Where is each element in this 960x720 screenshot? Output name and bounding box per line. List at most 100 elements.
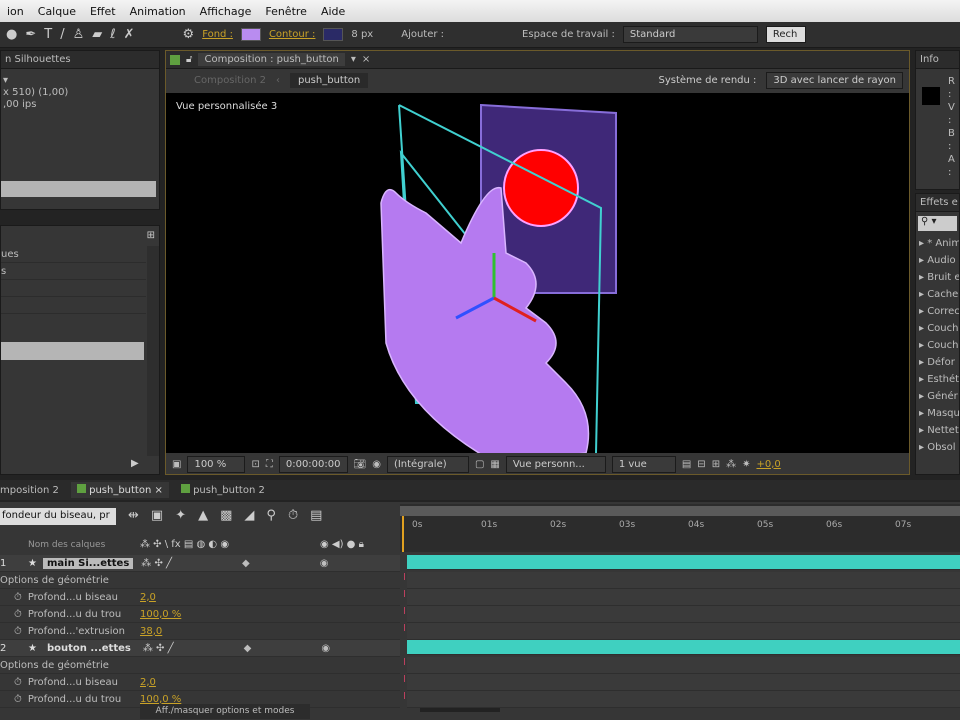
property-group[interactable]: Options de géométrie (0, 657, 400, 674)
zoom-select[interactable]: 100 % (187, 455, 246, 473)
property-track[interactable]: I (403, 623, 960, 640)
stopwatch-icon[interactable]: ⏱ (14, 592, 22, 603)
fast-preview-icon[interactable]: ⊟ (697, 459, 705, 470)
property-track[interactable]: I (403, 572, 960, 589)
effect-category[interactable]: ▸ Correc (916, 303, 959, 320)
brainstorm-icon[interactable]: ⚲ (266, 508, 276, 523)
effect-category[interactable]: ▸ Génér (916, 388, 959, 405)
exposure-value[interactable]: +0,0 (756, 459, 780, 470)
menu-animation[interactable]: Animation (123, 5, 193, 18)
effects-search-input[interactable]: ⚲ ▾ (918, 216, 957, 231)
shy-layers-icon[interactable]: ▲ (198, 508, 208, 523)
ellipse-tool-icon[interactable]: ● (6, 27, 17, 42)
fill-label[interactable]: Fond : (202, 29, 233, 40)
visibility-eye-icon[interactable]: ◉ (320, 558, 329, 569)
motion-blur-icon[interactable]: ◢ (244, 508, 254, 523)
property-row[interactable]: ⏱ Profond...u du trou 100,0 % (0, 606, 400, 623)
list-item-selected[interactable] (1, 342, 144, 360)
axis-mode-icon[interactable]: ⚙ (183, 27, 195, 42)
region-of-interest-icon[interactable]: ▢ (475, 459, 484, 470)
list-item[interactable] (1, 297, 146, 314)
close-tab-icon[interactable]: × (362, 54, 370, 65)
tab-push-button-2[interactable]: push_button 2 (180, 484, 265, 496)
layer-duration-bar[interactable] (407, 555, 960, 570)
effects-title[interactable]: Effets e (920, 197, 958, 208)
tab-push-button[interactable]: push_button × (70, 482, 169, 498)
menu-calque[interactable]: Calque (31, 5, 83, 18)
property-value[interactable]: 2,0 (140, 677, 156, 688)
project-search-field[interactable] (1, 181, 156, 197)
effect-category[interactable]: ▸ Obsol (916, 439, 959, 456)
viewer[interactable]: Vue personnalisée 3 (166, 93, 909, 453)
effect-category[interactable]: ▸ Cache (916, 286, 959, 303)
effect-category[interactable]: ▸ Audio (916, 252, 959, 269)
effect-category[interactable]: ▸ * Anim (916, 235, 959, 252)
tab-composition[interactable]: Composition : push_button (198, 53, 345, 66)
layer-switches[interactable]: ⁂ ✣ ╱ (143, 643, 174, 654)
view-select[interactable]: Vue personn... (505, 455, 606, 473)
stopwatch-icon[interactable]: ⏱ (14, 626, 22, 637)
property-row[interactable]: ⏱ Profond...'extrusion 38,0 (0, 623, 400, 640)
3d-layer-icon[interactable]: ◆ (242, 558, 250, 569)
dropdown-arrow-icon[interactable]: ▾ (3, 75, 157, 87)
flowchart-icon[interactable]: ⁂ (726, 459, 736, 470)
timecode[interactable]: 0:00:00:00 (278, 455, 348, 473)
visibility-eye-icon[interactable]: ◉ (321, 643, 330, 654)
eraser-tool-icon[interactable]: ▰ (92, 27, 102, 42)
effect-category[interactable]: ▸ Couch (916, 320, 959, 337)
stopwatch-icon[interactable]: ⏱ (14, 694, 22, 705)
pixel-aspect-icon[interactable]: ▤ (682, 459, 691, 470)
exposure-icon[interactable]: ✷ (742, 459, 750, 470)
property-value[interactable]: 38,0 (140, 626, 162, 637)
scrollbar[interactable] (147, 246, 159, 456)
view-layout-select[interactable]: 1 vue (611, 455, 676, 473)
menu-fenetre[interactable]: Fenêtre (258, 5, 314, 18)
tab-composition-2[interactable]: mposition 2 (0, 485, 59, 496)
layer-row[interactable]: 1 ★ main Si...ettes ⁂ ✣ ╱ ◆ ◉ (0, 555, 400, 572)
property-track[interactable]: I (403, 691, 960, 708)
property-value[interactable]: 100,0 % (140, 609, 181, 620)
color-channels-icon[interactable]: ◉ (372, 459, 381, 470)
property-track[interactable]: I (403, 589, 960, 606)
effect-category[interactable]: ▸ Défor (916, 354, 959, 371)
tab-menu-icon[interactable]: ▾ (351, 54, 356, 65)
stopwatch-icon[interactable]: ⏱ (14, 677, 22, 688)
resolution-select[interactable]: (Intégrale) (386, 455, 469, 473)
brush-tool-icon[interactable]: / (60, 27, 64, 42)
renderer-select[interactable]: 3D avec lancer de rayon (766, 71, 903, 89)
menu-aide[interactable]: Aide (314, 5, 352, 18)
property-row[interactable]: ⏱ Profond...u biseau 2,0 (0, 674, 400, 691)
timeline-icon[interactable]: ⊞ (712, 459, 720, 470)
property-group[interactable]: Options de géométrie (0, 572, 400, 589)
3d-layer-icon[interactable]: ◆ (244, 643, 252, 654)
property-value[interactable]: 100,0 % (140, 694, 181, 705)
frame-blending-icon[interactable]: ▩ (220, 508, 232, 523)
time-ruler[interactable]: 0s01s02s03s04s05s06s07s08 (400, 504, 960, 552)
toggle-switches-modes-button[interactable]: Aff./masquer options et modes (140, 704, 310, 719)
effect-category[interactable]: ▸ Esthét (916, 371, 959, 388)
effect-category[interactable]: ▸ Bruit e (916, 269, 959, 286)
title-safe-icon[interactable]: ⛶ (266, 459, 273, 470)
layer-row[interactable]: 2 ★ bouton ...ettes ⁂ ✣ ╱ ◆ ◉ (0, 640, 400, 657)
property-track[interactable]: I (403, 674, 960, 691)
transparency-grid-icon[interactable]: ▦ (490, 459, 499, 470)
menu-effet[interactable]: Effet (83, 5, 123, 18)
workspace-select[interactable]: Standard (622, 26, 758, 43)
zoom-slider[interactable] (420, 708, 500, 712)
menu-composition[interactable]: ion (0, 5, 31, 18)
comp-mini-flowchart-icon[interactable]: ⇹ (128, 508, 139, 523)
property-track[interactable]: I (403, 606, 960, 623)
effect-category[interactable]: ▸ Masqu (916, 405, 959, 422)
stroke-label[interactable]: Contour : (269, 29, 315, 40)
help-search-input[interactable]: Rech (765, 26, 806, 43)
layer-switches[interactable]: ⁂ ✣ ╱ (141, 558, 172, 569)
graph-editor-icon[interactable]: ⏱ (288, 508, 298, 523)
project-panel-title[interactable]: n Silhouettes (5, 54, 71, 65)
work-area-bar[interactable] (400, 506, 960, 516)
pen-tool-icon[interactable]: ✒ (25, 27, 36, 42)
menu-affichage[interactable]: Affichage (193, 5, 259, 18)
text-tool-icon[interactable]: T (44, 27, 52, 42)
stamp-tool-icon[interactable]: ♙ (73, 27, 85, 42)
draft-3d-icon[interactable]: ✦ (175, 508, 186, 523)
property-track[interactable]: I (403, 657, 960, 674)
